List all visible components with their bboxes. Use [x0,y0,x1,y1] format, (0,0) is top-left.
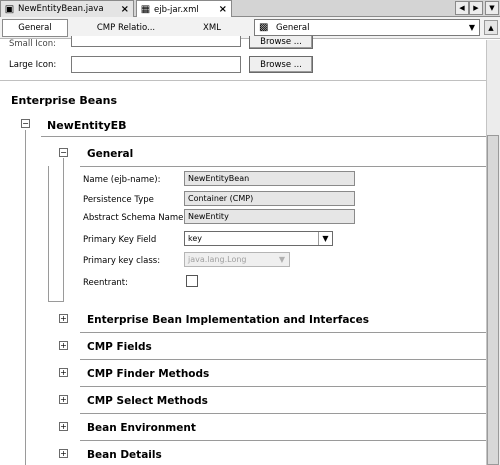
divider [41,136,486,137]
tab-cmp-relationships[interactable]: CMP Relatio... [88,19,164,37]
java-file-icon: ▣ [4,3,15,15]
reentrant-checkbox[interactable] [186,275,198,287]
tree-line [25,130,26,465]
bean-name-header: NewEntityEB [47,119,127,132]
tab-ejb-jar-xml[interactable]: ▦ ejb-jar.xml × [136,0,232,18]
tab-xml[interactable]: XML [192,19,232,37]
large-icon-label: Large Icon: [9,60,57,70]
small-icon-label: Small Icon: [9,39,56,49]
scroll-tabs-left-button[interactable]: ◀ [455,1,469,15]
toolbar-scroll-up-button[interactable]: ▲ [484,20,498,35]
enterprise-beans-title: Enterprise Beans [11,94,118,107]
divider [80,166,486,167]
tab-general[interactable]: General [2,19,68,37]
ejb-name-label: Name (ejb-name): [83,175,161,185]
tab-label: XML [203,23,221,33]
collapse-icon[interactable]: − [21,119,30,128]
divider [80,359,486,360]
scrollbar-thumb[interactable] [487,135,499,465]
small-icon-field[interactable] [71,36,241,47]
large-icon-browse-button[interactable]: Browse ... [249,56,313,73]
section-bean-implementation[interactable]: Enterprise Bean Implementation and Inter… [87,314,369,326]
primary-key-field-label: Primary Key Field [83,235,157,245]
xml-file-icon: ▦ [140,4,151,15]
tab-list-dropdown-button[interactable]: ▼ [485,1,499,15]
section-cmp-finder-methods[interactable]: CMP Finder Methods [87,368,209,380]
collapse-icon[interactable]: − [59,148,68,157]
divider [80,413,486,414]
editor-tab-bar: ▣ NewEntityBean.java × ▦ ejb-jar.xml × ◀… [0,0,500,18]
expand-icon[interactable]: + [59,422,68,431]
section-bean-details[interactable]: Bean Details [87,449,162,461]
divider [80,332,486,333]
chevron-down-icon: ▼ [318,232,332,245]
large-icon-field[interactable] [71,56,241,73]
persistence-type-label: Persistence Type [83,195,154,205]
tree-line [63,158,64,301]
expand-icon[interactable]: + [59,341,68,350]
small-icon-browse-button[interactable]: Browse ... [249,36,313,49]
tab-label: NewEntityBean.java [18,4,104,14]
tree-line [48,301,64,302]
tab-label: CMP Relatio... [96,23,156,33]
primary-key-field-select[interactable]: key ▼ [184,231,333,246]
expand-icon[interactable]: + [59,368,68,377]
tree-line [48,166,49,302]
expand-icon[interactable]: + [59,449,68,458]
expand-icon[interactable]: + [59,314,68,323]
primary-key-field-value: key [188,234,203,243]
primary-key-class-select: java.lang.Long ▼ [184,252,290,267]
view-select[interactable]: ▩ General ▼ [254,19,480,36]
section-cmp-fields[interactable]: CMP Fields [87,341,152,353]
scroll-tabs-right-button[interactable]: ▶ [469,1,483,15]
persistence-type-field[interactable]: Container (CMP) [184,191,355,206]
view-select-value: General [276,22,310,33]
primary-key-class-label: Primary key class: [83,256,161,266]
reentrant-label: Reentrant: [83,278,128,288]
divider [80,386,486,387]
divider [80,440,486,441]
chevron-down-icon: ▼ [468,23,476,32]
tab-label: ejb-jar.xml [154,4,199,15]
ejb-jar-icon: ▩ [259,21,269,33]
general-section-title: General [87,148,134,160]
tab-label: General [18,23,52,33]
primary-key-class-value: java.lang.Long [188,255,247,264]
abstract-schema-name-field[interactable]: NewEntity [184,209,355,224]
divider [0,80,486,81]
close-icon[interactable]: × [121,4,129,15]
tab-new-entity-bean-java[interactable]: ▣ NewEntityBean.java × [0,0,134,17]
close-icon[interactable]: × [219,4,227,15]
ejb-name-field[interactable]: NewEntityBean [184,171,355,186]
chevron-down-icon: ▼ [278,255,286,264]
abstract-schema-name-label: Abstract Schema Name: [83,213,187,223]
expand-icon[interactable]: + [59,395,68,404]
section-cmp-select-methods[interactable]: CMP Select Methods [87,395,208,407]
section-bean-environment[interactable]: Bean Environment [87,422,196,434]
